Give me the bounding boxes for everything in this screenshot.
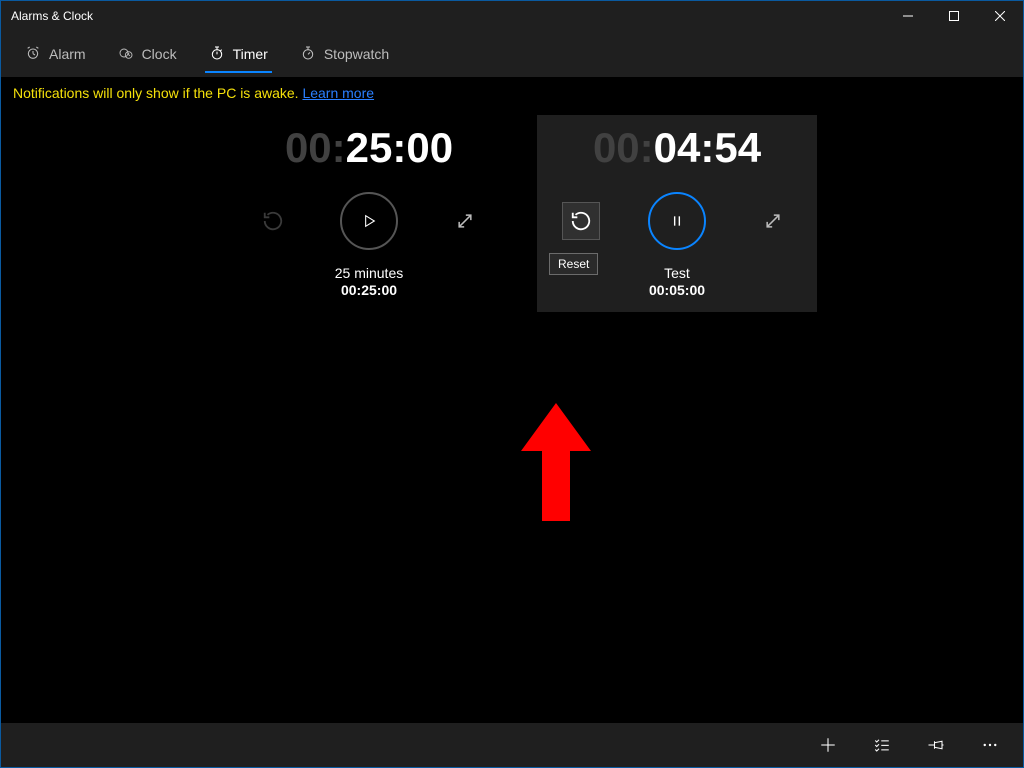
timer-meta: 25 minutes 00:25:00 (335, 265, 403, 298)
expand-button[interactable] (754, 202, 792, 240)
timer-card-test[interactable]: 00:04:54 Reset Test 00:05:00 (537, 115, 817, 312)
maximize-button[interactable] (931, 1, 977, 31)
play-button[interactable] (340, 192, 398, 250)
close-button[interactable] (977, 1, 1023, 31)
notification-text: Notifications will only show if the PC i… (13, 85, 302, 101)
timer-icon (209, 45, 225, 64)
tab-alarm[interactable]: Alarm (9, 31, 102, 77)
pin-button[interactable] (909, 723, 963, 767)
timer-meta: Test 00:05:00 (649, 265, 705, 298)
window-title: Alarms & Clock (11, 9, 93, 23)
tab-timer[interactable]: Timer (193, 31, 284, 77)
reset-button[interactable] (562, 202, 600, 240)
alarm-icon (25, 45, 41, 64)
tab-label: Alarm (49, 46, 86, 62)
tab-label: Stopwatch (324, 46, 389, 62)
timer-original-time: 00:25:00 (335, 282, 403, 298)
timer-original-time: 00:05:00 (649, 282, 705, 298)
annotation-arrow-icon (521, 403, 591, 528)
timer-content: 00:25:00 25 minutes 00:25:00 00 (1, 111, 1023, 723)
timer-controls (229, 191, 509, 251)
timer-card-25-minutes[interactable]: 00:25:00 25 minutes 00:25:00 (229, 115, 509, 312)
tab-stopwatch[interactable]: Stopwatch (284, 31, 405, 77)
window-controls (885, 1, 1023, 31)
minimize-button[interactable] (885, 1, 931, 31)
pause-button[interactable] (648, 192, 706, 250)
timer-remaining: 00:25:00 (285, 121, 453, 169)
timer-name: 25 minutes (335, 265, 403, 281)
add-button[interactable] (801, 723, 855, 767)
timer-remaining: 00:04:54 (593, 121, 761, 169)
tab-label: Timer (233, 46, 268, 62)
notification-bar: Notifications will only show if the PC i… (1, 77, 1023, 111)
tab-clock[interactable]: Clock (102, 31, 193, 77)
title-bar: Alarms & Clock (1, 1, 1023, 31)
tab-bar: Alarm Clock Timer Stopwatch (1, 31, 1023, 77)
expand-button[interactable] (446, 202, 484, 240)
stopwatch-icon (300, 45, 316, 64)
timer-name: Test (649, 265, 705, 281)
more-button[interactable] (963, 723, 1017, 767)
app-bar (1, 723, 1023, 767)
select-button[interactable] (855, 723, 909, 767)
timer-controls: Reset (537, 191, 817, 251)
reset-tooltip: Reset (549, 253, 598, 275)
tab-label: Clock (142, 46, 177, 62)
world-clock-icon (118, 45, 134, 64)
reset-button[interactable] (254, 202, 292, 240)
learn-more-link[interactable]: Learn more (302, 85, 374, 101)
